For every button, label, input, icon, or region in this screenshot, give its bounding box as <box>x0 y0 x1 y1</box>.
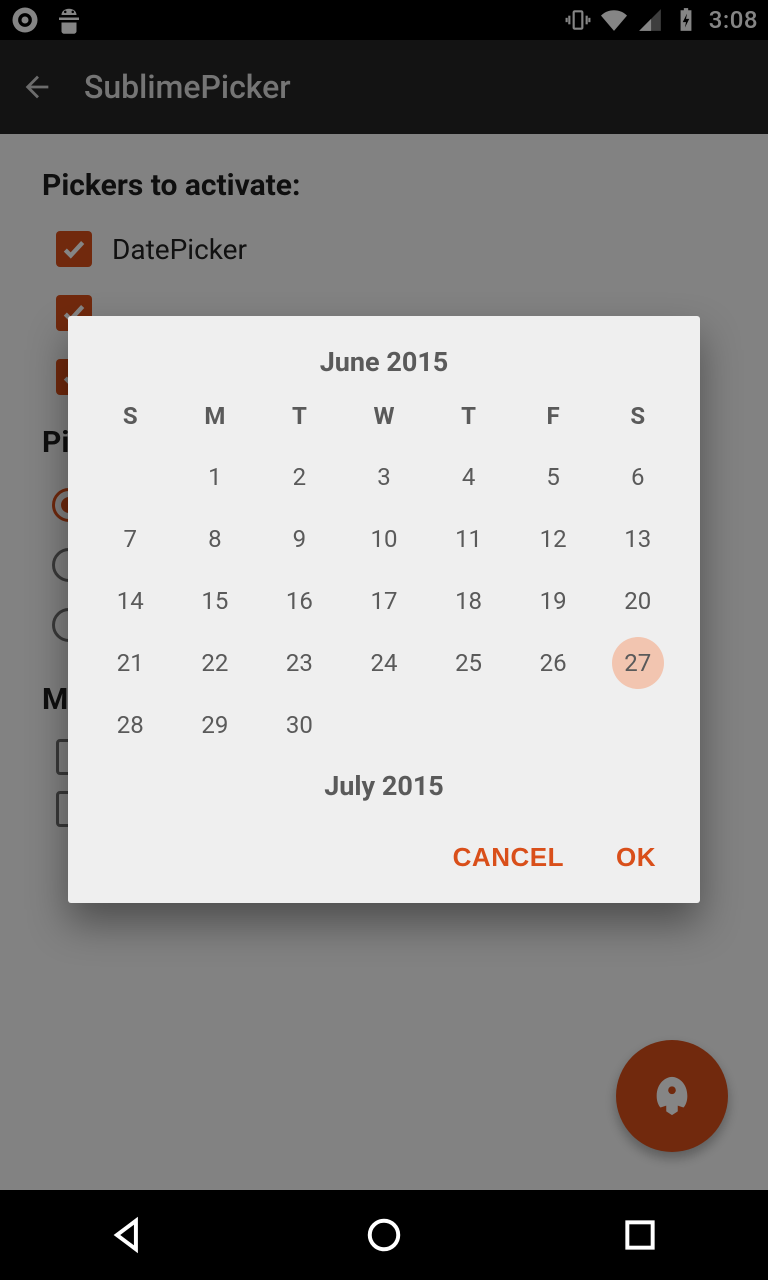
screen: 3:08 SublimePicker Pickers to activate: … <box>0 0 768 1280</box>
day-cell[interactable]: 26 <box>511 634 596 692</box>
day-cell[interactable]: 14 <box>88 572 173 630</box>
weekday-label: W <box>342 392 427 440</box>
ok-button[interactable]: OK <box>616 842 656 873</box>
weekday-label: F <box>511 392 596 440</box>
day-cell[interactable]: 29 <box>173 696 258 754</box>
day-cell[interactable]: 20 <box>595 572 680 630</box>
day-cell[interactable]: 12 <box>511 510 596 568</box>
day-cell[interactable]: 24 <box>342 634 427 692</box>
navigation-bar <box>0 1190 768 1280</box>
cancel-button[interactable]: CANCEL <box>453 842 564 873</box>
day-cell[interactable]: 23 <box>257 634 342 692</box>
day-cell[interactable]: 10 <box>342 510 427 568</box>
nav-home-icon[interactable] <box>365 1216 403 1254</box>
day-cell[interactable]: 3 <box>342 448 427 506</box>
day-cell[interactable]: 15 <box>173 572 258 630</box>
weekday-label: S <box>595 392 680 440</box>
day-cell[interactable]: 21 <box>88 634 173 692</box>
day-cell[interactable]: 19 <box>511 572 596 630</box>
day-cell[interactable]: 1 <box>173 448 258 506</box>
day-cell[interactable]: 17 <box>342 572 427 630</box>
date-picker-dialog: June 2015 SMTWTFS 1234567891011121314151… <box>68 316 700 903</box>
month-title: June 2015 <box>68 346 700 378</box>
day-cell[interactable]: 2 <box>257 448 342 506</box>
day-cell[interactable]: 4 <box>426 448 511 506</box>
weekday-header: SMTWTFS <box>68 392 700 440</box>
day-cell[interactable]: 27 <box>595 634 680 692</box>
day-cell[interactable]: 28 <box>88 696 173 754</box>
day-cell[interactable]: 11 <box>426 510 511 568</box>
day-cell[interactable]: 18 <box>426 572 511 630</box>
day-cell[interactable]: 6 <box>595 448 680 506</box>
day-cell[interactable]: 25 <box>426 634 511 692</box>
next-month-title: July 2015 <box>68 770 700 802</box>
weekday-label: T <box>426 392 511 440</box>
day-cell[interactable]: 22 <box>173 634 258 692</box>
day-cell[interactable]: 5 <box>511 448 596 506</box>
nav-back-icon[interactable] <box>109 1216 147 1254</box>
day-cell[interactable]: 9 <box>257 510 342 568</box>
weekday-label: T <box>257 392 342 440</box>
dialog-actions: CANCEL OK <box>68 828 700 891</box>
weekday-label: M <box>173 392 258 440</box>
days-grid: 1234567891011121314151617181920212223242… <box>68 448 700 754</box>
day-cell[interactable]: 7 <box>88 510 173 568</box>
day-cell[interactable]: 8 <box>173 510 258 568</box>
nav-recent-icon[interactable] <box>621 1216 659 1254</box>
weekday-label: S <box>88 392 173 440</box>
day-cell[interactable]: 13 <box>595 510 680 568</box>
day-cell[interactable]: 30 <box>257 696 342 754</box>
day-cell[interactable]: 16 <box>257 572 342 630</box>
